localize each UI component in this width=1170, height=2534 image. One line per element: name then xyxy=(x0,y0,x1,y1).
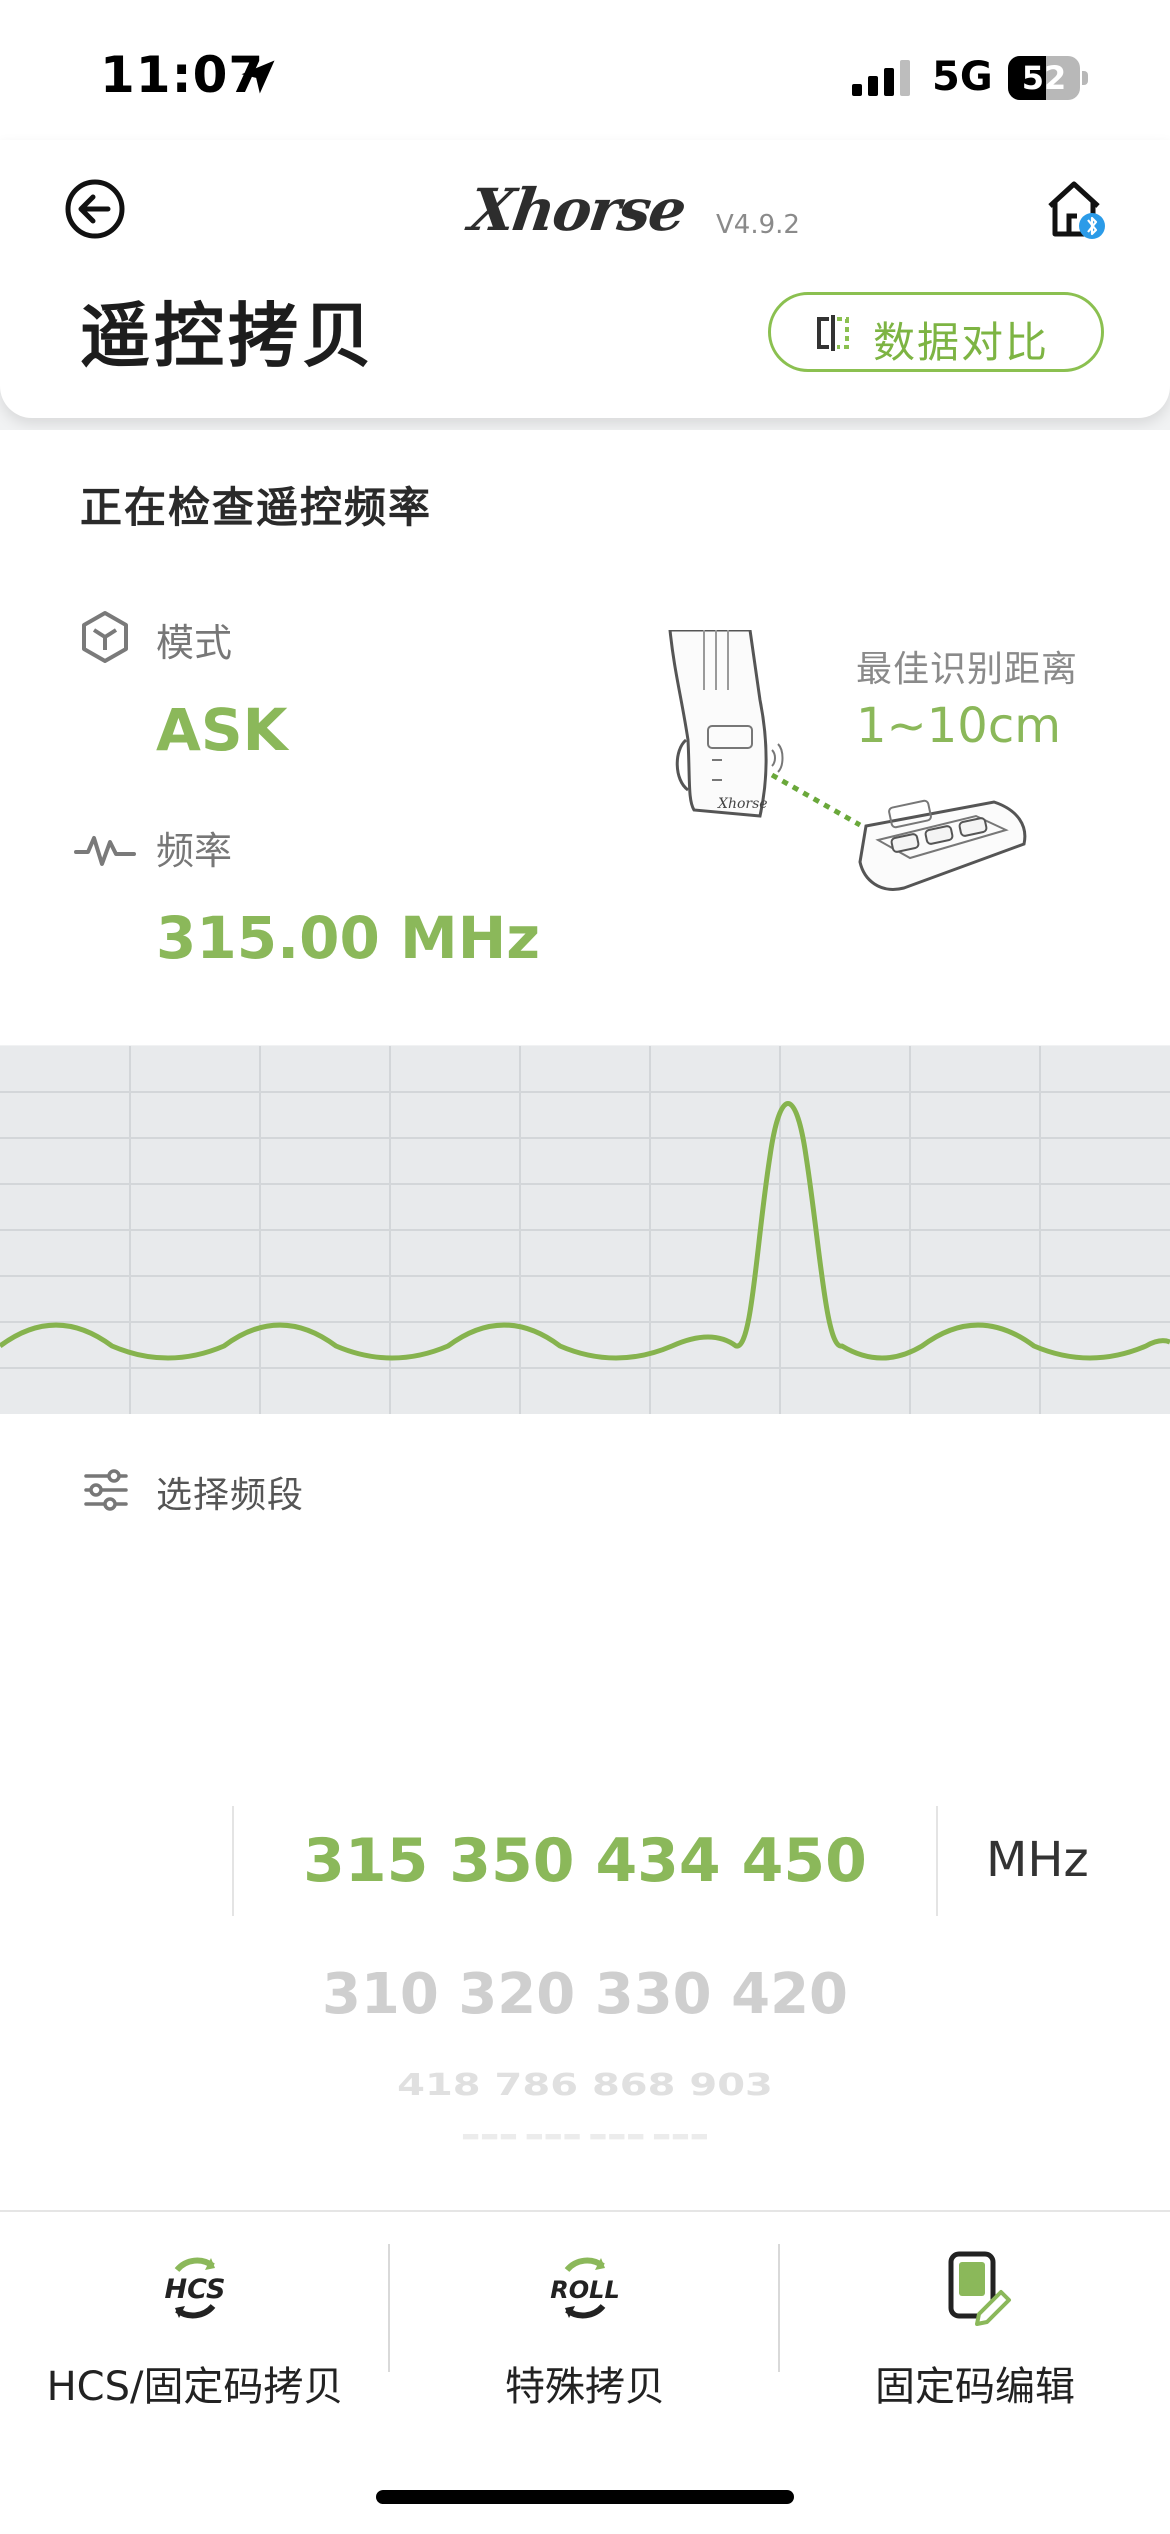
band-selector-panel: 选择频段 315 350 434 450 MHz 310 320 330 420… xyxy=(0,1414,1170,2210)
svg-text:Xhorse: Xhorse xyxy=(717,796,768,812)
picker-divider-right xyxy=(936,1806,938,1916)
tab-hcs-fixed-copy[interactable]: HCS HCS/固定码拷贝 xyxy=(0,2212,390,2412)
app-version: V4.9.2 xyxy=(716,210,800,240)
location-arrow-icon xyxy=(241,60,275,94)
brand-logo: Xhorse xyxy=(465,176,689,244)
roll-icon: ROLL xyxy=(550,2257,620,2319)
battery-icon: 52 xyxy=(1008,56,1088,100)
tab-special-copy[interactable]: ROLL 特殊拷贝 xyxy=(390,2212,780,2412)
edit-icon xyxy=(948,2251,1011,2326)
select-band-label: 选择频段 xyxy=(156,1475,305,1516)
compare-icon xyxy=(817,315,849,351)
mode-cube-icon xyxy=(82,611,128,663)
hcs-icon: HCS xyxy=(165,2257,226,2319)
tab-label: 固定码编辑 xyxy=(875,2364,1075,2410)
status-bar: 11:07 5G 52 xyxy=(0,0,1170,150)
data-compare-button[interactable]: 数据对比 xyxy=(768,292,1104,372)
svg-text:HCS: HCS xyxy=(165,2274,226,2305)
tab-label: 特殊拷贝 xyxy=(505,2364,665,2410)
band-option-selected[interactable]: 315 350 434 450 xyxy=(234,1826,936,1896)
header: Xhorse V4.9.2 遥控拷贝 数据对比 xyxy=(0,140,1170,418)
frequency-label: 频率 xyxy=(156,829,233,873)
signal-icon xyxy=(852,60,910,96)
page-title: 遥控拷贝 xyxy=(80,295,376,377)
band-unit: MHz xyxy=(986,1832,1089,1888)
band-option[interactable]: 310 320 330 420 xyxy=(234,1962,936,2027)
svg-text:ROLL: ROLL xyxy=(550,2276,619,2304)
frequency-waveform xyxy=(0,1046,1170,1414)
battery-level: 52 xyxy=(1021,59,1067,97)
mode-value: ASK xyxy=(156,696,288,764)
mode-label: 模式 xyxy=(156,621,233,665)
tab-fixed-code-edit[interactable]: 固定码编辑 xyxy=(780,2212,1170,2412)
best-distance-label: 最佳识别距离 xyxy=(856,649,1079,690)
tab-label: HCS/固定码拷贝 xyxy=(46,2364,344,2410)
bottom-tab-bar: HCS HCS/固定码拷贝 ROLL 特殊拷贝 固定码编辑 xyxy=(0,2210,1170,2534)
frequency-value: 315.00 MHz xyxy=(156,904,541,972)
checking-status-text: 正在检查遥控频率 xyxy=(80,483,433,532)
data-compare-label: 数据对比 xyxy=(873,318,1050,367)
home-bluetooth-icon[interactable] xyxy=(1042,176,1108,242)
back-icon[interactable] xyxy=(62,176,128,242)
network-type: 5G xyxy=(932,54,993,100)
pulse-icon xyxy=(74,836,136,866)
home-indicator xyxy=(376,2490,794,2504)
settings-sliders-icon xyxy=(84,1469,128,1511)
band-option[interactable]: 418 786 868 903 xyxy=(234,2068,936,2103)
detection-panel: 正在检查遥控频率 模式 ASK 频率 315.00 MHz Xhorse 最佳识… xyxy=(0,430,1170,1045)
band-option[interactable]: ■■■ ■■■ ■■■ ■■■ xyxy=(234,2132,936,2140)
best-distance-value: 1~10cm xyxy=(856,698,1061,754)
